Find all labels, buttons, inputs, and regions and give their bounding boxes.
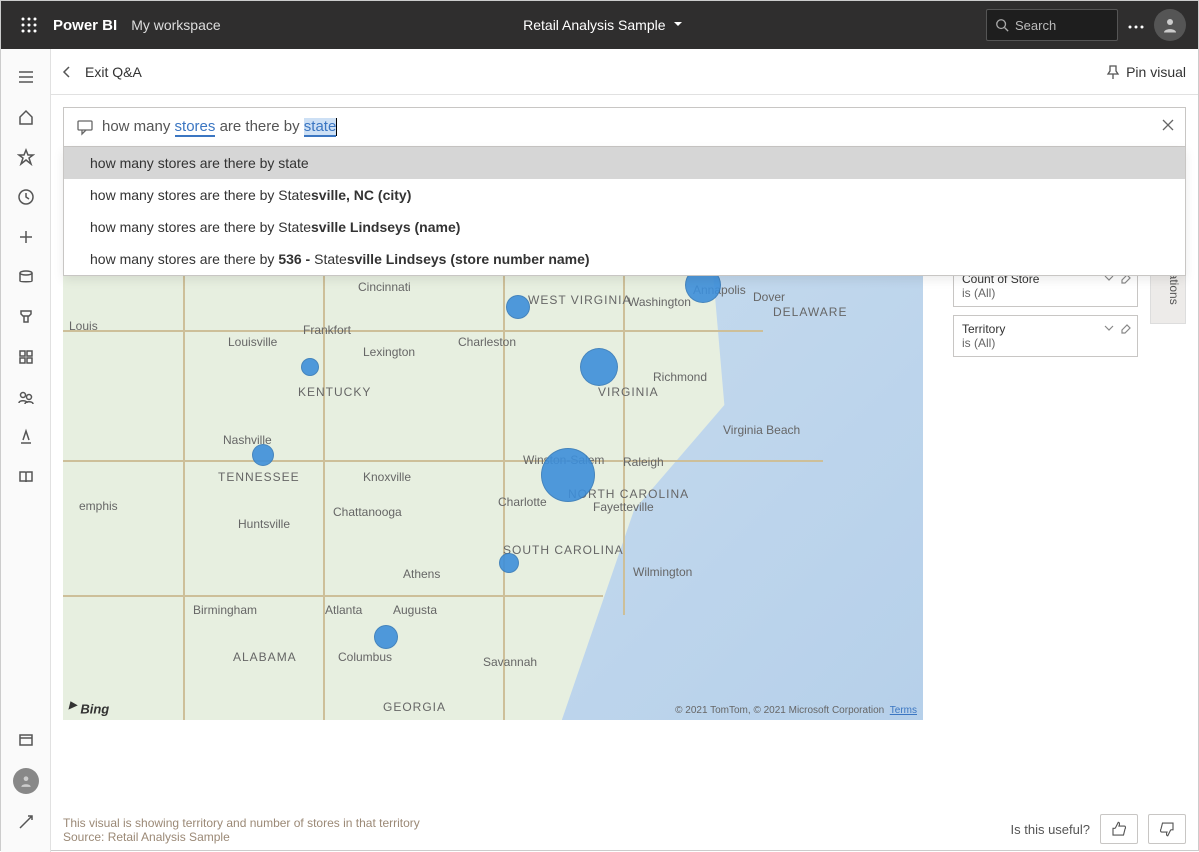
document-title: Retail Analysis Sample xyxy=(523,17,665,33)
pin-visual-label: Pin visual xyxy=(1126,64,1186,80)
thumbs-down-button[interactable] xyxy=(1148,814,1186,844)
user-avatar[interactable] xyxy=(1154,9,1186,41)
map-city-label: Virginia Beach xyxy=(723,423,800,437)
bing-logo: ▶ Bing xyxy=(69,700,109,716)
map-state-label: SOUTH CAROLINA xyxy=(503,543,624,557)
nav-workspaces-icon[interactable] xyxy=(10,720,42,760)
map-city-label: Charlotte xyxy=(498,495,547,509)
map-city-label: Louis xyxy=(69,319,98,333)
map-city-label: Wilmington xyxy=(633,565,692,579)
map-city-label: Augusta xyxy=(393,603,437,617)
visual-source: Source: Retail Analysis Sample xyxy=(63,830,420,844)
qa-suggestion[interactable]: how many stores are there by state xyxy=(64,147,1185,179)
map-city-label: Athens xyxy=(403,567,440,581)
qa-suggestion[interactable]: how many stores are there by 536 - State… xyxy=(64,243,1185,275)
map-city-label: Frankfort xyxy=(303,323,351,337)
map-city-label: Birmingham xyxy=(193,603,257,617)
qa-suggestions-dropdown: how many stores are there by state how m… xyxy=(63,147,1186,276)
nav-recent-icon[interactable] xyxy=(10,177,42,217)
exit-qa-button[interactable]: Exit Q&A xyxy=(59,64,142,80)
map-attribution: © 2021 TomTom, © 2021 Microsoft Corporat… xyxy=(675,705,917,716)
visual-description: This visual is showing territory and num… xyxy=(63,816,420,830)
chat-icon xyxy=(76,118,94,136)
map-terms-link[interactable]: Terms xyxy=(890,705,917,716)
map-data-bubble[interactable] xyxy=(541,448,595,502)
map-data-bubble[interactable] xyxy=(506,295,530,319)
qa-footer: This visual is showing territory and num… xyxy=(63,814,1186,844)
chevron-left-icon xyxy=(59,64,75,80)
nav-menu-toggle[interactable] xyxy=(10,57,42,97)
map-city-label: Cincinnati xyxy=(358,280,411,294)
map-state-label: ALABAMA xyxy=(233,650,297,664)
map-city-label: Dover xyxy=(753,290,785,304)
map-data-bubble[interactable] xyxy=(252,444,274,466)
page-header: Exit Q&A Pin visual xyxy=(51,49,1198,95)
map-city-label: Atlanta xyxy=(325,603,362,617)
map-city-label: emphis xyxy=(79,499,118,513)
feedback-question: Is this useful? xyxy=(1011,822,1091,837)
search-icon xyxy=(995,18,1009,32)
nav-create-icon[interactable] xyxy=(10,217,42,257)
map-city-label: Richmond xyxy=(653,370,707,384)
workspace-label[interactable]: My workspace xyxy=(131,17,220,33)
nav-datasets-icon[interactable] xyxy=(10,257,42,297)
map-state-label: VIRGINIA xyxy=(598,385,659,399)
thumbs-up-button[interactable] xyxy=(1100,814,1138,844)
exit-qa-label: Exit Q&A xyxy=(85,64,142,80)
map-city-label: Chattanooga xyxy=(333,505,402,519)
filter-card[interactable]: Territory is (All) xyxy=(953,315,1138,357)
map-city-label: Huntsville xyxy=(238,517,290,531)
qa-input[interactable]: how many stores are there by state xyxy=(63,107,1186,147)
chevron-down-icon xyxy=(1103,322,1115,334)
qa-suggestion[interactable]: how many stores are there by Statesville… xyxy=(64,211,1185,243)
nav-getdata-icon[interactable] xyxy=(10,802,42,842)
clear-input-button[interactable] xyxy=(1160,117,1176,137)
map-city-label: Lexington xyxy=(363,345,415,359)
search-placeholder: Search xyxy=(1015,18,1056,33)
nav-shared-icon[interactable] xyxy=(10,377,42,417)
nav-apps-icon[interactable] xyxy=(10,337,42,377)
map-city-label: Louisville xyxy=(228,335,277,349)
map-city-label: Columbus xyxy=(338,650,392,664)
map-city-label: Fayetteville xyxy=(593,500,654,514)
brand-label: Power BI xyxy=(53,17,117,34)
map-state-label: DELAWARE xyxy=(773,305,847,319)
document-title-dropdown[interactable]: Retail Analysis Sample xyxy=(523,17,683,33)
map-state-label: TENNESSEE xyxy=(218,470,300,484)
map-city-label: Washington xyxy=(628,295,691,309)
pin-visual-button[interactable]: Pin visual xyxy=(1104,64,1186,80)
nav-learn-icon[interactable] xyxy=(10,457,42,497)
more-options-icon[interactable] xyxy=(1128,16,1144,34)
map-city-label: Charleston xyxy=(458,335,516,349)
qa-suggestion[interactable]: how many stores are there by Statesville… xyxy=(64,179,1185,211)
map-city-label: Savannah xyxy=(483,655,537,669)
global-search-input[interactable]: Search xyxy=(986,9,1118,41)
app-launcher-icon[interactable] xyxy=(13,9,45,41)
qa-input-container: how many stores are there by state how m… xyxy=(63,107,1186,147)
left-nav xyxy=(1,49,51,852)
map-state-label: GEORGIA xyxy=(383,700,446,714)
nav-goals-icon[interactable] xyxy=(10,297,42,337)
map-city-label: Knoxville xyxy=(363,470,411,484)
nav-favorites-icon[interactable] xyxy=(10,137,42,177)
chevron-down-icon xyxy=(672,17,684,33)
nav-home-icon[interactable] xyxy=(10,97,42,137)
eraser-icon xyxy=(1119,322,1131,334)
map-data-bubble[interactable] xyxy=(499,553,519,573)
top-app-bar: Power BI My workspace Retail Analysis Sa… xyxy=(1,1,1198,49)
nav-my-workspace-icon[interactable] xyxy=(13,768,39,794)
map-state-label: WEST VIRGINIA xyxy=(528,293,631,307)
map-data-bubble[interactable] xyxy=(301,358,319,376)
map-data-bubble[interactable] xyxy=(580,348,618,386)
map-data-bubble[interactable] xyxy=(374,625,398,649)
nav-deployment-icon[interactable] xyxy=(10,417,42,457)
pin-icon xyxy=(1104,64,1120,80)
qa-query-text: how many stores are there by state xyxy=(102,118,337,136)
map-state-label: KENTUCKY xyxy=(298,385,371,399)
main-content: Exit Q&A Pin visual how many stores are … xyxy=(51,49,1198,852)
map-city-label: Raleigh xyxy=(623,455,664,469)
